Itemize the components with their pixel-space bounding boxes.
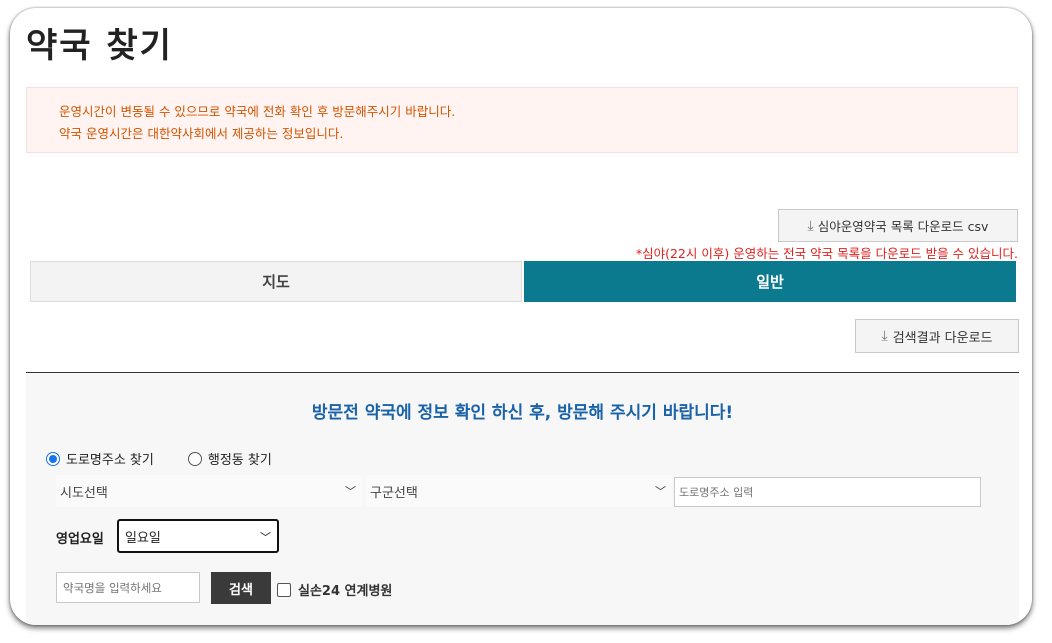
radio-checked-icon[interactable] <box>46 451 60 466</box>
app-window: 약국 찾기 운영시간이 변동될 수 있으므로 약국에 전화 확인 후 방문해주시… <box>10 8 1032 625</box>
download-icon: ⤓ <box>807 217 814 234</box>
radio-road-label: 도로명주소 찾기 <box>66 453 154 468</box>
results-download-label: 검색결과 다운로드 <box>892 330 993 346</box>
tab-map[interactable]: 지도 <box>30 261 522 302</box>
checkbox-icon[interactable] <box>277 582 291 597</box>
chevron-down-icon: ﹀ <box>260 531 271 544</box>
notice-line-1: 운영시간이 변동될 수 있으므로 약국에 전화 확인 후 방문해주시기 바랍니다… <box>59 104 456 119</box>
results-download-button[interactable]: ⤓ 검색결과 다운로드 <box>855 319 1019 353</box>
radio-unchecked-icon[interactable] <box>187 451 202 466</box>
sido-select[interactable]: 시도선택 ﹀ <box>56 475 362 507</box>
silson24-label: 실손24 연계병원 <box>298 584 393 599</box>
search-button[interactable]: 검색 <box>211 572 271 604</box>
page-title: 약국 찾기 <box>26 26 173 66</box>
csv-note: *심야(22시 이후) 운영하는 전국 약국 목록을 다운로드 받을 수 있습니… <box>635 246 1018 261</box>
radio-admin-label: 행정동 찾기 <box>207 453 272 468</box>
csv-download-label: 심야운영약국 목록 다운로드 csv <box>817 219 989 234</box>
chevron-down-icon: ﹀ <box>345 485 356 498</box>
search-panel: 방문전 약국에 정보 확인 하신 후, 방문해 주시기 바랍니다! 도로명주소 … <box>26 373 1019 625</box>
search-heading: 방문전 약국에 정보 확인 하신 후, 방문해 주시기 바랍니다! <box>311 403 734 423</box>
gugun-select[interactable]: 구군선택 ﹀ <box>366 475 672 507</box>
notice-line-2: 약국 운영시간은 대한약사회에서 제공하는 정보입니다. <box>59 126 344 141</box>
pharmacy-name-input[interactable] <box>56 572 200 603</box>
notice-box: 운영시간이 변동될 수 있으므로 약국에 전화 확인 후 방문해주시기 바랍니다… <box>26 87 1018 153</box>
business-day-value: 일요일 <box>125 530 161 546</box>
radio-admin-dong[interactable]: 행정동 찾기 <box>187 449 272 468</box>
road-address-input[interactable] <box>674 477 981 507</box>
tab-general[interactable]: 일반 <box>524 261 1016 302</box>
address-type-radio-group: 도로명주소 찾기 행정동 찾기 <box>46 449 272 468</box>
sido-select-value: 시도선택 <box>60 485 108 501</box>
business-day-label: 영업요일 <box>56 532 104 547</box>
business-day-select[interactable]: 일요일 ﹀ <box>117 519 279 553</box>
gugun-select-value: 구군선택 <box>370 485 418 501</box>
chevron-down-icon: ﹀ <box>655 485 666 498</box>
csv-download-button[interactable]: ⤓ 심야운영약국 목록 다운로드 csv <box>778 209 1018 242</box>
silson24-checkbox-option[interactable]: 실손24 연계병원 <box>277 580 392 599</box>
radio-road-address[interactable]: 도로명주소 찾기 <box>46 449 154 468</box>
download-icon: ⤓ <box>881 328 888 344</box>
